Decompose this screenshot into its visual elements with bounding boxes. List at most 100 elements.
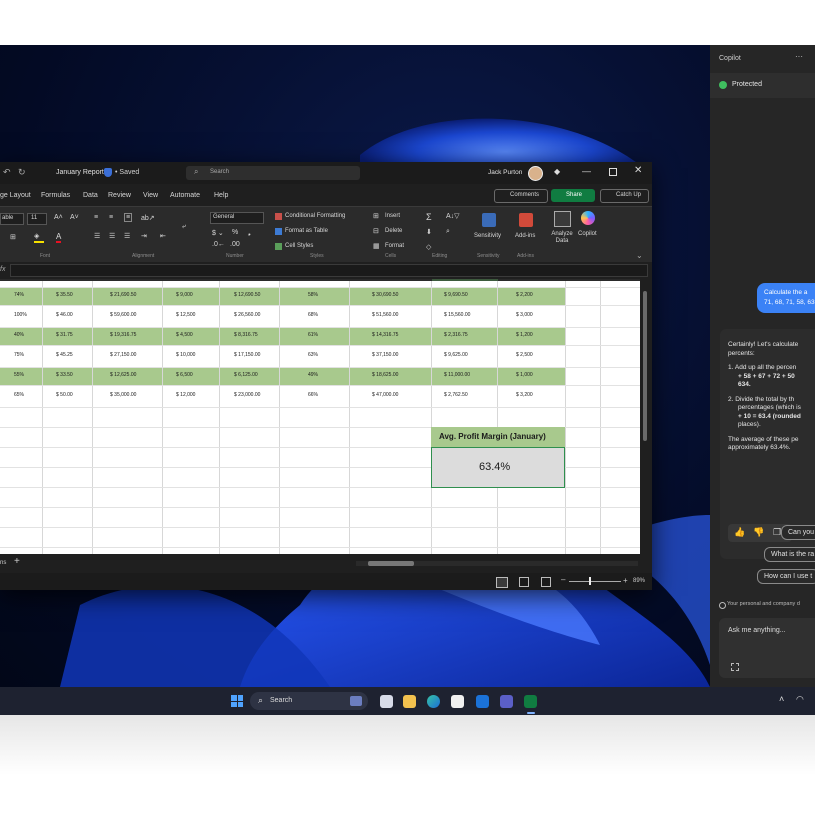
page-layout-view-icon[interactable]: [519, 577, 529, 587]
format-icon[interactable]: ▦: [373, 242, 380, 250]
attach-icon[interactable]: [731, 663, 739, 671]
table-cell[interactable]: $ 27,150.00: [110, 352, 136, 358]
zoom-level[interactable]: 89%: [633, 578, 645, 584]
zoom-slider-thumb[interactable]: [589, 577, 591, 585]
table-cell[interactable]: 74%: [14, 292, 24, 298]
table-cell[interactable]: 61%: [308, 332, 318, 338]
analyze-data-button[interactable]: Analyze Data: [549, 231, 575, 245]
menu-automate[interactable]: Automate: [170, 192, 200, 199]
copilot-icon[interactable]: [581, 211, 595, 225]
font-size-box[interactable]: 11: [27, 213, 47, 225]
table-cell[interactable]: 49%: [308, 372, 318, 378]
table-cell[interactable]: $ 2,762.50: [444, 392, 468, 398]
sheet-grid[interactable]: 74% $ 35.50 $ 21,690.50 $ 9,000 $ 12,690…: [0, 281, 640, 554]
autosum-icon[interactable]: Σ: [426, 212, 432, 222]
add-sheet-icon[interactable]: +: [14, 556, 20, 567]
table-cell[interactable]: 100%: [14, 312, 27, 318]
table-cell[interactable]: $ 59,600.00: [110, 312, 136, 318]
table-cell[interactable]: $ 2,316.75: [444, 332, 468, 338]
align-center-icon[interactable]: ☰: [109, 232, 115, 240]
outlook-icon[interactable]: [476, 695, 489, 708]
number-format-box[interactable]: General: [210, 212, 264, 224]
catch-up-button[interactable]: Catch Up: [600, 189, 649, 203]
align-right-icon[interactable]: ☰: [124, 232, 130, 240]
copilot-search-icon[interactable]: [350, 696, 362, 706]
thumbs-down-icon[interactable]: 👎: [753, 527, 764, 538]
h-scrollbar-thumb[interactable]: [368, 561, 414, 566]
taskbar-search[interactable]: ⌕ Search: [250, 692, 368, 710]
undo-icon[interactable]: ↶: [3, 167, 11, 178]
table-cell[interactable]: $ 12,690.50: [234, 292, 260, 298]
table-cell[interactable]: 68%: [308, 312, 318, 318]
teams-icon[interactable]: [500, 695, 513, 708]
normal-view-icon[interactable]: [496, 577, 508, 588]
borders-icon[interactable]: ⊞: [10, 233, 16, 241]
delete-icon[interactable]: ⊟: [373, 227, 379, 235]
table-cell[interactable]: $ 1,000: [516, 372, 533, 378]
table-cell[interactable]: $ 2,500: [516, 352, 533, 358]
table-cell[interactable]: $ 12,500: [176, 312, 195, 318]
zoom-out-icon[interactable]: –: [561, 575, 565, 584]
menu-review[interactable]: Review: [108, 192, 131, 199]
font-name-box[interactable]: able: [0, 213, 24, 225]
conditional-formatting-button[interactable]: Conditional Formatting: [285, 213, 345, 219]
format-button[interactable]: Format: [385, 243, 404, 249]
table-cell[interactable]: $ 23,000.00: [234, 392, 260, 398]
table-cell[interactable]: $ 19,316.75: [110, 332, 136, 338]
merge-icon[interactable]: ⇤: [160, 232, 166, 240]
more-options-icon[interactable]: ···: [795, 52, 803, 61]
suggestion-chip[interactable]: What is the ra: [764, 547, 815, 562]
sensitivity-button[interactable]: Sensitivity: [474, 233, 501, 239]
table-cell[interactable]: $ 37,150.00: [372, 352, 398, 358]
table-cell[interactable]: $ 15,560.00: [444, 312, 470, 318]
maximize-icon[interactable]: [609, 168, 617, 176]
zoom-slider[interactable]: [569, 577, 621, 585]
table-cell[interactable]: $ 31.75: [56, 332, 73, 338]
copy-icon[interactable]: ❐: [773, 527, 781, 538]
orientation-icon[interactable]: ab↗: [141, 214, 155, 222]
share-button[interactable]: Share: [551, 189, 595, 202]
align-top-icon[interactable]: ≡: [94, 214, 98, 221]
wifi-icon[interactable]: ◠: [796, 694, 804, 705]
horizontal-scrollbar[interactable]: [356, 561, 638, 566]
menu-view[interactable]: View: [143, 192, 158, 199]
store-icon[interactable]: [451, 695, 464, 708]
table-cell[interactable]: $ 9,625.00: [444, 352, 468, 358]
menu-formulas[interactable]: Formulas: [41, 192, 70, 199]
table-cell[interactable]: 75%: [14, 352, 24, 358]
align-middle-icon[interactable]: ≡: [109, 214, 113, 221]
diamond-premium-icon[interactable]: ◆: [554, 167, 560, 176]
redo-icon[interactable]: ↻: [18, 167, 26, 178]
addins-button[interactable]: Add-ins: [515, 233, 535, 239]
insert-icon[interactable]: ⊞: [373, 212, 379, 220]
search-box[interactable]: ⌕ Search: [186, 166, 360, 180]
shrink-font-icon[interactable]: A˅: [70, 214, 79, 221]
clear-icon[interactable]: ◇: [426, 243, 431, 251]
table-cell[interactable]: $ 8,316.75: [234, 332, 258, 338]
table-cell[interactable]: $ 10,000: [176, 352, 195, 358]
cell-styles-button[interactable]: Cell Styles: [285, 243, 313, 249]
suggestion-chip[interactable]: How can I use t: [757, 569, 815, 584]
menu-data[interactable]: Data: [83, 192, 98, 199]
ask-input[interactable]: Ask me anything...: [719, 618, 815, 678]
table-cell[interactable]: $ 18,625.00: [372, 372, 398, 378]
table-cell[interactable]: $ 6,500: [176, 372, 193, 378]
user-name[interactable]: Jack Purton: [488, 169, 522, 176]
table-cell[interactable]: $ 35,000.00: [110, 392, 136, 398]
table-cell[interactable]: $ 30,690.50: [372, 292, 398, 298]
decrease-decimal-icon[interactable]: .00: [230, 241, 240, 248]
table-cell[interactable]: 58%: [308, 292, 318, 298]
vertical-scrollbar[interactable]: [641, 281, 650, 554]
file-explorer-icon[interactable]: [403, 695, 416, 708]
table-cell[interactable]: $ 3,000: [516, 312, 533, 318]
table-cell[interactable]: 55%: [14, 372, 24, 378]
sensitivity-icon[interactable]: [482, 213, 496, 227]
comments-button[interactable]: Comments: [494, 189, 548, 203]
formula-input[interactable]: [10, 264, 648, 277]
table-cell[interactable]: $ 1,200: [516, 332, 533, 338]
align-left-icon[interactable]: ☰: [94, 232, 100, 240]
table-cell[interactable]: $ 45.25: [56, 352, 73, 358]
avatar[interactable]: [528, 166, 543, 181]
sheet-tab[interactable]: ns: [0, 560, 6, 566]
table-cell[interactable]: $ 35.50: [56, 292, 73, 298]
